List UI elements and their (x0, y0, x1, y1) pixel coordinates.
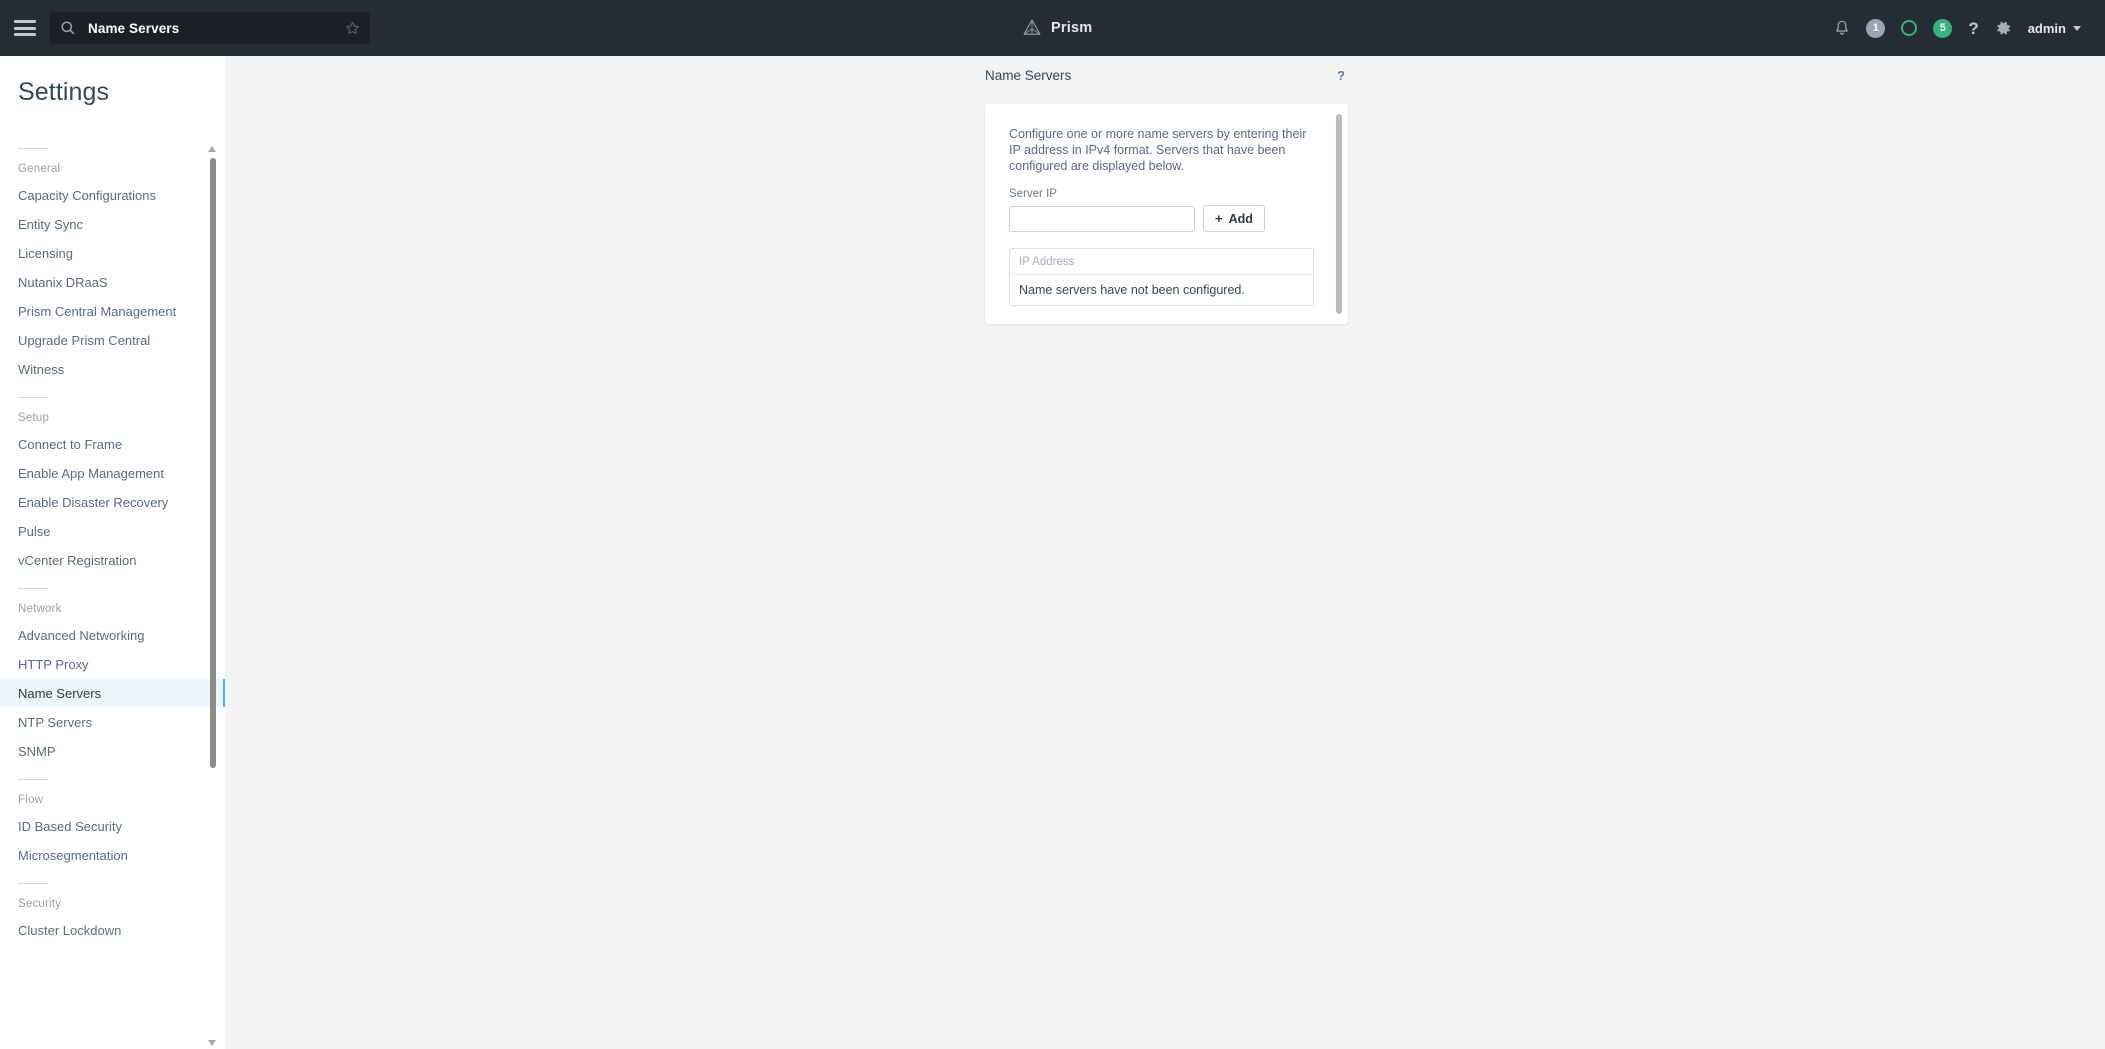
table-header-row: IP Address (1010, 249, 1313, 275)
sidebar-item-connect-to-frame[interactable]: Connect to Frame (0, 430, 225, 458)
name-servers-card: Configure one or more name servers by en… (985, 104, 1348, 324)
question-mark-icon: ? (1968, 18, 1979, 38)
sidebar-item-name-servers[interactable]: Name Servers (0, 679, 225, 707)
sidebar-item-prism-central-management[interactable]: Prism Central Management (0, 297, 225, 325)
hamburger-line (14, 33, 36, 36)
global-search-box[interactable]: Name Servers (50, 12, 370, 44)
sidebar-item-pulse[interactable]: Pulse (0, 517, 225, 545)
user-menu[interactable]: admin (2020, 0, 2089, 56)
top-navigation-bar: Name Servers Prism 1 5 ? admin (0, 0, 2105, 56)
alert-count: 1 (1866, 18, 1886, 38)
sidebar-item-vcenter-registration[interactable]: vCenter Registration (0, 546, 225, 574)
search-icon (61, 21, 75, 35)
sidebar-item-snmp[interactable]: SNMP (0, 737, 225, 765)
star-icon[interactable] (345, 21, 360, 36)
sidebar-section-header: Security (18, 898, 62, 910)
sidebar-item-ntp-servers[interactable]: NTP Servers (0, 708, 225, 736)
sidebar-scrollbar[interactable] (208, 146, 217, 1046)
server-ip-input[interactable] (1009, 205, 1195, 232)
gear-icon (1996, 21, 2010, 34)
sidebar-item-capacity-configurations[interactable]: Capacity Configurations (0, 181, 225, 209)
add-server-row: + Add (1009, 205, 1314, 232)
sidebar-section-header: Flow (18, 794, 44, 806)
brand-logo-area: Prism (1022, 0, 1092, 56)
card-scrollbar-thumb[interactable] (1336, 114, 1342, 314)
search-input-value[interactable]: Name Servers (88, 21, 345, 36)
sidebar-scrollbar-thumb[interactable] (209, 158, 216, 768)
panel-help-icon[interactable]: ? (1334, 68, 1348, 83)
task-count-badge[interactable]: 5 (1925, 0, 1960, 56)
section-divider (18, 883, 48, 884)
section-divider (18, 588, 48, 589)
server-ip-label: Server IP (1009, 188, 1057, 200)
card-scrollbar[interactable] (1336, 114, 1342, 314)
prism-pyramid-logo-icon (1023, 19, 1041, 35)
settings-sidebar: Settings General Capacity Configurations E… (0, 56, 225, 1049)
sidebar-item-enable-disaster-recovery[interactable]: Enable Disaster Recovery (0, 488, 225, 516)
sidebar-section-header: Network (18, 603, 62, 615)
hamburger-line (14, 26, 36, 30)
sidebar-item-advanced-networking[interactable]: Advanced Networking (0, 621, 225, 649)
panel-header: Name Servers ? (985, 68, 1348, 83)
name-servers-table: IP Address Name servers have not been co… (1009, 248, 1314, 306)
settings-button[interactable] (1987, 0, 2020, 56)
panel-title: Name Servers (985, 68, 1072, 83)
page-title: Settings (18, 78, 110, 106)
cluster-health-button[interactable] (1893, 0, 1925, 56)
hamburger-line (14, 20, 36, 23)
add-button[interactable]: + Add (1203, 205, 1265, 232)
sidebar-item-id-based-security[interactable]: ID Based Security (0, 812, 225, 840)
sidebar-item-enable-app-management[interactable]: Enable App Management (0, 459, 225, 487)
sidebar-item-witness[interactable]: Witness (0, 355, 225, 383)
section-divider (18, 148, 48, 149)
topbar-actions: 1 5 ? admin (1826, 0, 2089, 56)
sidebar-item-entity-sync[interactable]: Entity Sync (0, 210, 225, 238)
sidebar-item-licensing[interactable]: Licensing (0, 239, 225, 267)
task-count: 5 (1933, 18, 1953, 38)
main-content-area: Name Servers ? Configure one or more nam… (225, 56, 2105, 1049)
scroll-up-arrow-icon[interactable] (208, 146, 216, 152)
sidebar-nav-list: General Capacity Configurations Entity Syn… (0, 134, 225, 1049)
hamburger-menu-icon[interactable] (14, 20, 36, 36)
sidebar-item-upgrade-prism-central[interactable]: Upgrade Prism Central (0, 326, 225, 354)
panel-description: Configure one or more name servers by en… (1009, 127, 1307, 173)
section-divider (18, 779, 48, 780)
chevron-down-icon (2073, 25, 2081, 31)
user-name: admin (2027, 20, 2066, 36)
add-button-label: Add (1228, 211, 1253, 226)
sidebar-section-header: General (18, 163, 61, 175)
sidebar-item-microsegmentation[interactable]: Microsegmentation (0, 841, 225, 869)
bell-icon (1836, 20, 1849, 35)
alert-count-badge[interactable]: 1 (1858, 0, 1893, 56)
column-header-ip-address: IP Address (1019, 255, 1075, 268)
section-divider (18, 397, 48, 398)
sidebar-section-header: Setup (18, 412, 50, 424)
sidebar-item-nutanix-draas[interactable]: Nutanix DRaaS (0, 268, 225, 296)
alerts-button[interactable] (1826, 0, 1858, 56)
scroll-down-arrow-icon[interactable] (208, 1040, 216, 1046)
table-empty-state: Name servers have not been configured. (1019, 283, 1245, 297)
sidebar-item-http-proxy[interactable]: HTTP Proxy (0, 650, 225, 678)
plus-icon: + (1215, 211, 1223, 226)
health-circle-icon (1901, 20, 1918, 36)
help-button[interactable]: ? (1960, 0, 1986, 56)
brand-name: Prism (1051, 20, 1093, 36)
sidebar-item-cluster-lockdown[interactable]: Cluster Lockdown (0, 916, 225, 944)
